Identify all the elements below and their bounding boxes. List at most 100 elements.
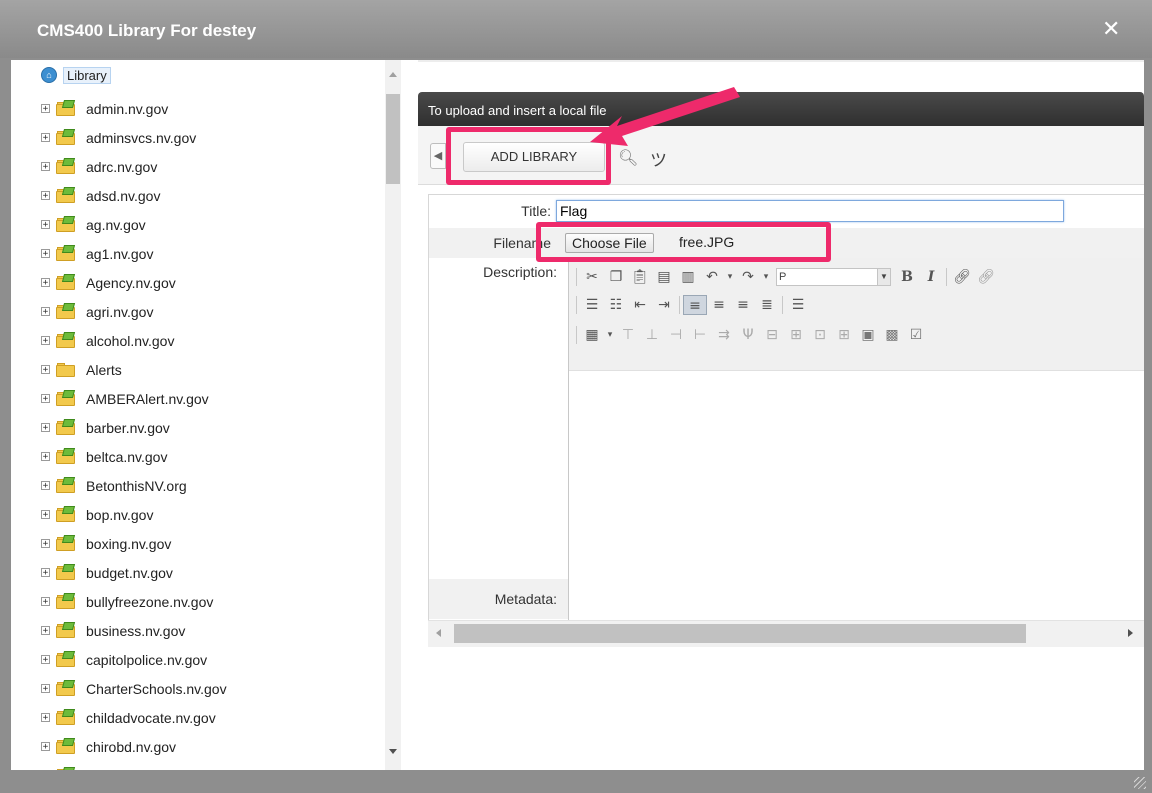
expand-icon[interactable]: + [41, 510, 50, 520]
align-center-icon[interactable]: ≡ [707, 295, 731, 315]
line-spacing-icon[interactable]: ☰ [786, 295, 810, 315]
resize-grip-icon[interactable] [1134, 777, 1146, 789]
tree-item[interactable]: + business.nv.gov [41, 616, 227, 645]
italic-icon[interactable]: I [919, 267, 943, 287]
expand-icon[interactable]: + [41, 307, 50, 317]
horizontal-scroll-thumb[interactable] [454, 624, 1026, 643]
expand-icon[interactable]: + [41, 423, 50, 433]
delete-column-icon[interactable]: ⊞ [784, 325, 808, 345]
tree-item[interactable]: + capitolpolice.nv.gov [41, 645, 227, 674]
scroll-left-icon[interactable] [436, 629, 441, 637]
expand-icon[interactable]: + [41, 452, 50, 462]
tree-item[interactable]: + BetonthisNV.org [41, 471, 227, 500]
table-icon[interactable]: ▦ [580, 325, 604, 345]
expand-icon[interactable]: + [41, 684, 50, 694]
insert-row-below-icon[interactable]: ⊥ [640, 325, 664, 345]
align-left-icon[interactable]: ≡ [683, 295, 707, 315]
dialog-titlebar[interactable]: CMS400 Library For destey ✕ [0, 0, 1152, 58]
expand-icon[interactable]: + [41, 162, 50, 172]
description-editor[interactable]: ✂ ❐ 📋︎ ▤ ▥ ↶ ▾ ↷ ▾ P ▼ B I 🔗︎ 🔗︎ ☰ ☷ ⇤ ⇥… [568, 258, 1144, 621]
ordered-list-icon[interactable]: ☰ [580, 295, 604, 315]
redo-icon[interactable]: ↷ [736, 267, 760, 287]
tree-item[interactable]: + chirobd.nv.gov [41, 732, 227, 761]
tree-scrollbar[interactable] [385, 60, 401, 770]
insert-row-above-icon[interactable]: ⊤ [616, 325, 640, 345]
expand-icon[interactable]: + [41, 249, 50, 259]
tree-root[interactable]: ⌂ Library [41, 65, 111, 85]
expand-icon[interactable]: + [41, 539, 50, 549]
link-icon[interactable]: 🔗︎ [950, 267, 974, 287]
outdent-icon[interactable]: ⇤ [628, 295, 652, 315]
close-icon[interactable]: ✕ [1102, 18, 1120, 40]
undo-dropdown-icon[interactable]: ▾ [724, 267, 736, 287]
tree-item[interactable]: + AMBERAlert.nv.gov [41, 384, 227, 413]
scroll-right-icon[interactable] [1128, 629, 1133, 637]
merge-right-icon[interactable]: ⇉ [712, 325, 736, 345]
tree-item[interactable]: + admin.nv.gov [41, 94, 227, 123]
choose-file-button[interactable]: Choose File [565, 233, 654, 253]
title-input[interactable] [556, 200, 1064, 222]
tree-item[interactable]: + adsd.nv.gov [41, 181, 227, 210]
table-wizard-icon[interactable]: ☑ [904, 325, 928, 345]
undo-icon[interactable]: ↶ [700, 267, 724, 287]
unlink-icon[interactable]: 🔗︎ [974, 267, 998, 287]
expand-icon[interactable]: + [41, 133, 50, 143]
expand-icon[interactable]: + [41, 104, 50, 114]
paste-word-icon[interactable]: ▤ [652, 267, 676, 287]
tree-item[interactable]: + agri.nv.gov [41, 297, 227, 326]
tree-item[interactable]: + alcohol.nv.gov [41, 326, 227, 355]
expand-icon[interactable]: + [41, 336, 50, 346]
expand-icon[interactable]: + [41, 597, 50, 607]
tree-item[interactable]: +collegekickstart.nv.gov [41, 761, 227, 770]
insert-column-right-icon[interactable]: ⊢ [688, 325, 712, 345]
expand-icon[interactable]: + [41, 220, 50, 230]
split-cell-icon[interactable]: Ψ [736, 325, 760, 345]
expand-icon[interactable]: + [41, 278, 50, 288]
tree-item[interactable]: + childadvocate.nv.gov [41, 703, 227, 732]
expand-icon[interactable]: + [41, 568, 50, 578]
tree-item[interactable]: + Alerts [41, 355, 227, 384]
cell-props-icon[interactable]: ⊡ [808, 325, 832, 345]
table-props-icon[interactable]: ⊞ [832, 325, 856, 345]
tree-item[interactable]: + bullyfreezone.nv.gov [41, 587, 227, 616]
expand-icon[interactable]: + [41, 481, 50, 491]
tree-item[interactable]: + budget.nv.gov [41, 558, 227, 587]
scroll-down-icon[interactable] [389, 749, 397, 754]
unordered-list-icon[interactable]: ☷ [604, 295, 628, 315]
select-all-icon[interactable]: ▩ [880, 325, 904, 345]
delete-row-icon[interactable]: ⊟ [760, 325, 784, 345]
expand-icon[interactable]: + [41, 713, 50, 723]
bold-icon[interactable]: B [895, 267, 919, 287]
align-right-icon[interactable]: ≡ [731, 295, 755, 315]
scroll-thumb[interactable] [386, 94, 400, 184]
tree-item[interactable]: + beltca.nv.gov [41, 442, 227, 471]
indent-icon[interactable]: ⇥ [652, 295, 676, 315]
tree-item[interactable]: + CharterSchools.nv.gov [41, 674, 227, 703]
expand-icon[interactable]: + [41, 191, 50, 201]
tree-item[interactable]: + boxing.nv.gov [41, 529, 227, 558]
tree-item[interactable]: + ag1.nv.gov [41, 239, 227, 268]
editor-horizontal-scrollbar[interactable] [428, 620, 1144, 647]
delete-table-icon[interactable]: ▣ [856, 325, 880, 345]
copy-icon[interactable]: ❐ [604, 267, 628, 287]
tree-item[interactable]: + barber.nv.gov [41, 413, 227, 442]
tree-item[interactable]: + bop.nv.gov [41, 500, 227, 529]
paste-icon[interactable]: 📋︎ [628, 267, 652, 287]
tree-item[interactable]: + ag.nv.gov [41, 210, 227, 239]
insert-column-left-icon[interactable]: ⊣ [664, 325, 688, 345]
add-library-button[interactable]: ADD LIBRARY [463, 142, 605, 172]
expand-icon[interactable]: + [41, 626, 50, 636]
paste-text-icon[interactable]: ▥ [676, 267, 700, 287]
back-arrow-icon[interactable]: ◀ [430, 143, 446, 169]
expand-icon[interactable]: + [41, 655, 50, 665]
redo-dropdown-icon[interactable]: ▾ [760, 267, 772, 287]
tree-item[interactable]: + adminsvcs.nv.gov [41, 123, 227, 152]
filter-icon[interactable]: ツ [650, 146, 667, 171]
justify-icon[interactable]: ≣ [755, 295, 779, 315]
cut-icon[interactable]: ✂ [580, 267, 604, 287]
format-select[interactable]: P ▼ [776, 268, 891, 286]
tree-item[interactable]: + adrc.nv.gov [41, 152, 227, 181]
scroll-up-icon[interactable] [389, 72, 397, 77]
search-icon[interactable]: 🔍︎ [618, 148, 638, 168]
table-dropdown-icon[interactable]: ▾ [604, 325, 616, 345]
